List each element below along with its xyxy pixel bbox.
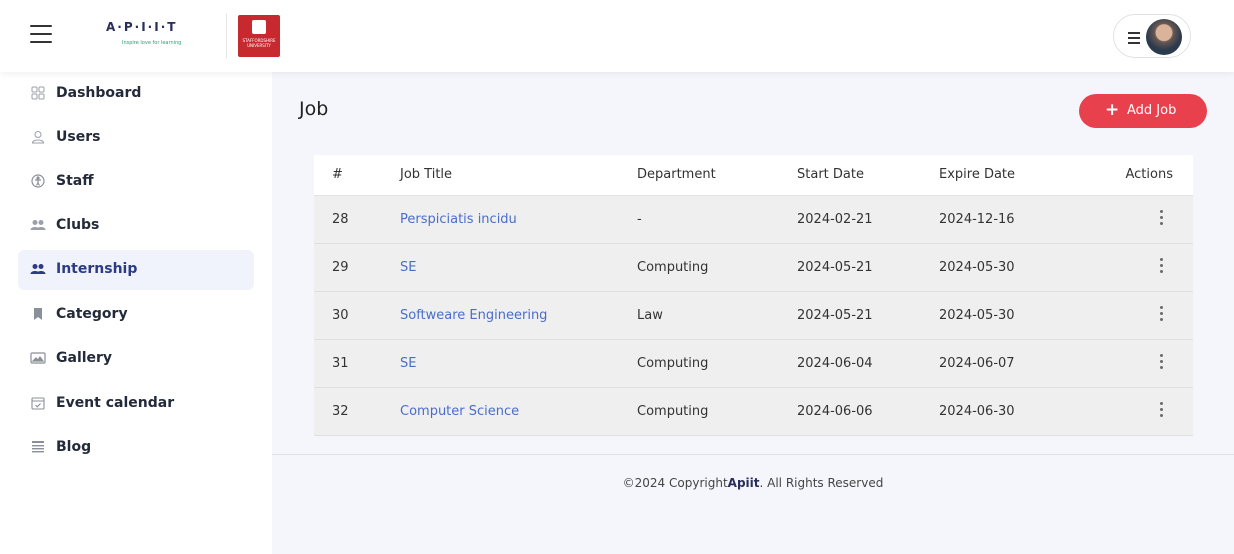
sidebar-item-blog[interactable]: Blog [18,428,254,468]
sidebar-item-internship[interactable]: Internship [18,250,254,290]
cell-number: 32 [332,403,349,419]
university-logo: STAFFORDSHIRE UNIVERSITY [238,15,280,57]
user-icon [30,130,46,146]
sidebar-item-event-calendar[interactable]: Event calendar [18,384,254,424]
table-row: 28 Perspiciatis incidu - 2024-02-21 2024… [314,195,1193,243]
menu-icon [1128,32,1140,47]
footer-rights: . All Rights Reserved [759,476,884,490]
sidebar-item-category[interactable]: Category [18,295,254,335]
more-actions-icon[interactable] [1155,256,1167,274]
more-actions-icon[interactable] [1155,352,1167,370]
job-title-link[interactable]: SE [400,260,416,275]
job-title-link[interactable]: Computer Science [400,404,519,419]
plus-icon: + [1105,100,1120,120]
cell-number: 31 [332,355,349,371]
add-job-label: Add Job [1127,103,1177,118]
accessibility-icon [30,174,46,190]
sidebar-item-label: Clubs [56,217,100,233]
job-title-link[interactable]: Perspiciatis incidu [400,212,517,227]
job-title-link[interactable]: SE [400,356,416,371]
cell-department: Law [637,307,663,323]
cell-expire-date: 2024-06-30 [939,403,1015,419]
group-icon [30,262,46,278]
crest-icon [252,20,266,34]
cell-department: - [637,211,642,227]
cell-number: 28 [332,211,349,227]
cell-department: Computing [637,355,709,371]
avatar [1146,19,1182,55]
sidebar-item-label: Staff [56,173,94,189]
table-row: 30 Softweare Engineering Law 2024-05-21 … [314,291,1193,339]
bookmark-icon [30,307,46,323]
jobs-table: # Job Title Department Start Date Expire… [314,155,1193,436]
calendar-icon [30,396,46,412]
sidebar-item-label: Dashboard [56,85,142,101]
job-title-link[interactable]: Softweare Engineering [400,308,547,323]
sidebar-item-clubs[interactable]: Clubs [18,206,254,246]
footer-brand: Apiit [727,476,760,490]
table-row: 29 SE Computing 2024-05-21 2024-05-30 [314,243,1193,291]
sidebar-item-staff[interactable]: Staff [18,162,254,202]
logo-text: A·P·I·I·T [106,20,178,34]
column-header-expire-date: Expire Date [939,155,1089,196]
logo-divider [226,14,227,58]
cell-start-date: 2024-02-21 [797,211,873,227]
column-header-start-date: Start Date [797,155,939,196]
sidebar-item-label: Event calendar [56,395,175,411]
footer-divider [272,454,1234,455]
cell-department: Computing [637,259,709,275]
page-title: Job [299,98,329,120]
column-header-actions: Actions [1089,155,1193,196]
logo-tagline: Inspire love for learning [122,40,182,46]
sidebar-item-label: Internship [56,261,138,277]
cell-number: 30 [332,307,349,323]
university-logo-text: STAFFORDSHIRE UNIVERSITY [242,38,276,48]
column-header-number: # [314,155,400,196]
footer-copyright: ©2024 Copyright [622,476,728,490]
cell-start-date: 2024-06-04 [797,355,873,371]
table-header-row: # Job Title Department Start Date Expire… [314,155,1193,196]
add-job-button[interactable]: + Add Job [1079,94,1207,128]
sidebar: Dashboard Users Staff Clubs Internship C… [0,72,272,554]
grid-icon [30,86,46,102]
more-actions-icon[interactable] [1155,400,1167,418]
column-header-job-title: Job Title [400,155,637,196]
sidebar-item-label: Blog [56,439,92,455]
user-menu-button[interactable] [1113,14,1191,58]
cell-start-date: 2024-06-06 [797,403,873,419]
cell-expire-date: 2024-05-30 [939,259,1015,275]
sidebar-item-label: Users [56,129,101,145]
sidebar-item-users[interactable]: Users [18,118,254,158]
apiit-logo[interactable]: A·P·I·I·T Inspire love for learning [94,14,226,58]
more-actions-icon[interactable] [1155,304,1167,322]
cell-start-date: 2024-05-21 [797,259,873,275]
footer: ©2024 CopyrightApiit. All Rights Reserve… [272,476,1234,490]
menu-toggle-icon[interactable] [30,25,52,43]
sidebar-item-label: Category [56,306,128,322]
sidebar-item-label: Gallery [56,350,113,366]
sidebar-item-dashboard[interactable]: Dashboard [18,74,254,114]
table-row: 32 Computer Science Computing 2024-06-06… [314,387,1193,435]
cell-expire-date: 2024-05-30 [939,307,1015,323]
sidebar-item-gallery[interactable]: Gallery [18,339,254,379]
cell-expire-date: 2024-06-07 [939,355,1015,371]
cell-expire-date: 2024-12-16 [939,211,1015,227]
cell-number: 29 [332,259,349,275]
blog-icon [30,440,46,456]
main-content: Job + Add Job # Job Title Department Sta… [272,72,1234,554]
column-header-department: Department [637,155,797,196]
cell-department: Computing [637,403,709,419]
group-icon [30,218,46,234]
top-navbar: A·P·I·I·T Inspire love for learning STAF… [0,0,1234,72]
cell-start-date: 2024-05-21 [797,307,873,323]
more-actions-icon[interactable] [1155,208,1167,226]
table-row: 31 SE Computing 2024-06-04 2024-06-07 [314,339,1193,387]
image-icon [30,351,46,367]
